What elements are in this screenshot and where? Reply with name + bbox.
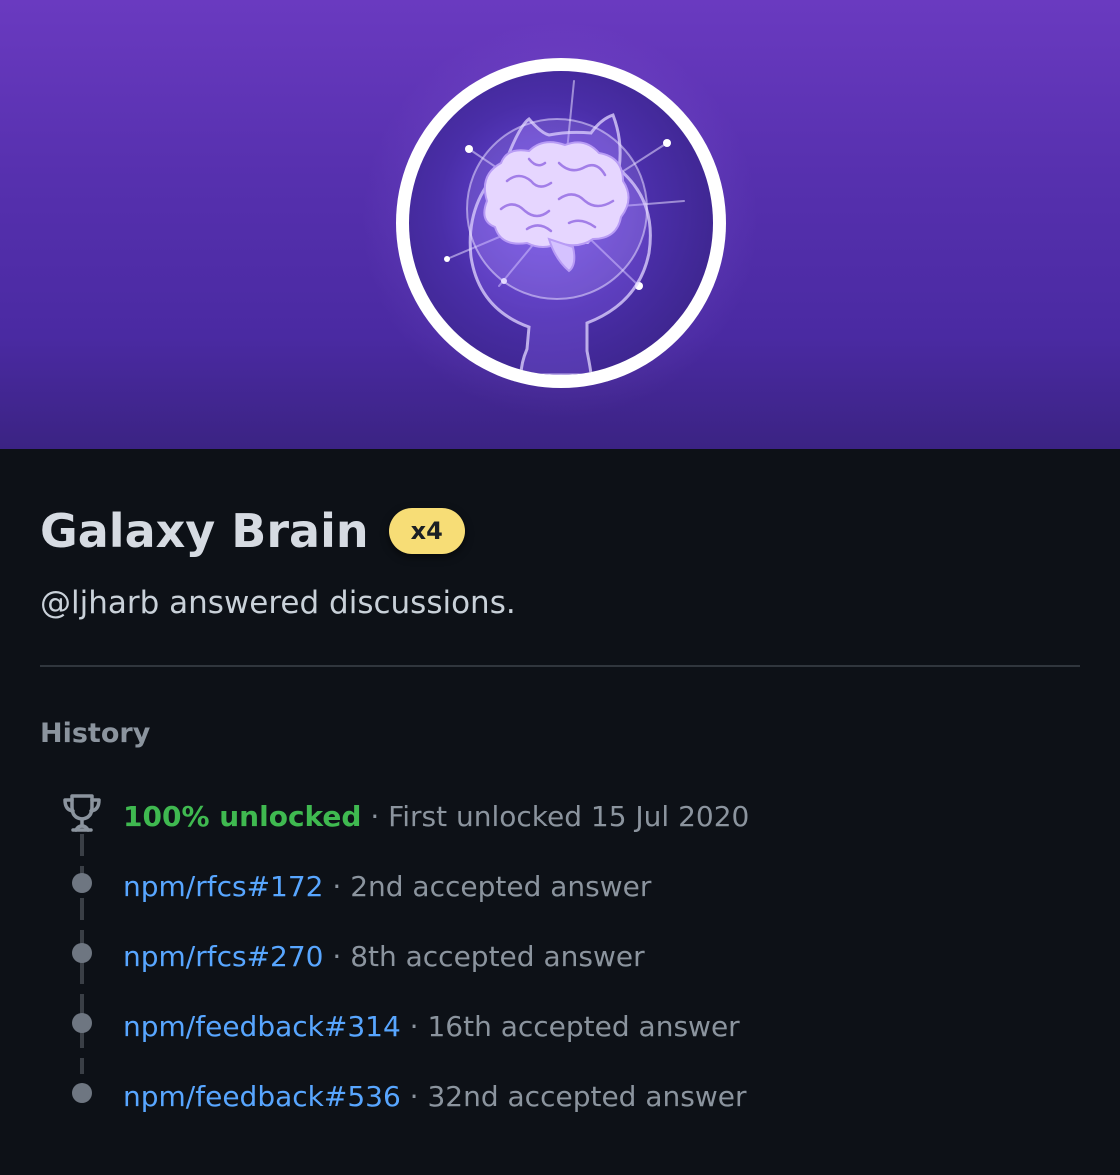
timeline-dot [72, 1013, 92, 1033]
history-item: npm/feedback#314 · 16th accepted answer [123, 1009, 740, 1045]
history-item-detail: 8th accepted answer [350, 940, 645, 973]
achievement-count-badge: x4 [388, 508, 465, 554]
separator: · [361, 800, 389, 833]
separator: · [323, 940, 351, 973]
history-item: npm/feedback#536 · 32nd accepted answer [123, 1079, 746, 1115]
timeline-dot [72, 1083, 92, 1103]
unlocked-status: 100% unlocked [123, 800, 362, 833]
separator: · [400, 1080, 428, 1113]
discussion-link[interactable]: npm/feedback#536 [123, 1080, 401, 1113]
history-heading: History [40, 718, 151, 749]
title-row: Galaxy Brain x4 [40, 501, 465, 561]
first-unlocked-date: First unlocked 15 Jul 2020 [388, 800, 750, 833]
history-item-detail: 32nd accepted answer [427, 1080, 747, 1113]
galaxy-brain-icon [409, 71, 713, 375]
history-item-detail: 16th accepted answer [427, 1010, 740, 1043]
history-item: npm/rfcs#270 · 8th accepted answer [123, 939, 645, 975]
separator: · [323, 870, 351, 903]
discussion-link[interactable]: npm/rfcs#172 [123, 870, 323, 903]
discussion-link[interactable]: npm/feedback#314 [123, 1010, 401, 1043]
achievement-description: @ljharb answered discussions. [40, 585, 516, 621]
trophy-icon [60, 791, 104, 835]
history-item: npm/rfcs#172 · 2nd accepted answer [123, 869, 651, 905]
separator: · [400, 1010, 428, 1043]
history-item-detail: 2nd accepted answer [350, 870, 652, 903]
timeline-dot [72, 943, 92, 963]
achievement-title: Galaxy Brain [40, 504, 369, 558]
achievement-hero-banner [0, 0, 1120, 449]
history-unlocked-row: 100% unlocked · First unlocked 15 Jul 20… [123, 799, 749, 835]
divider [40, 665, 1080, 667]
discussion-link[interactable]: npm/rfcs#270 [123, 940, 323, 973]
timeline-dot [72, 873, 92, 893]
